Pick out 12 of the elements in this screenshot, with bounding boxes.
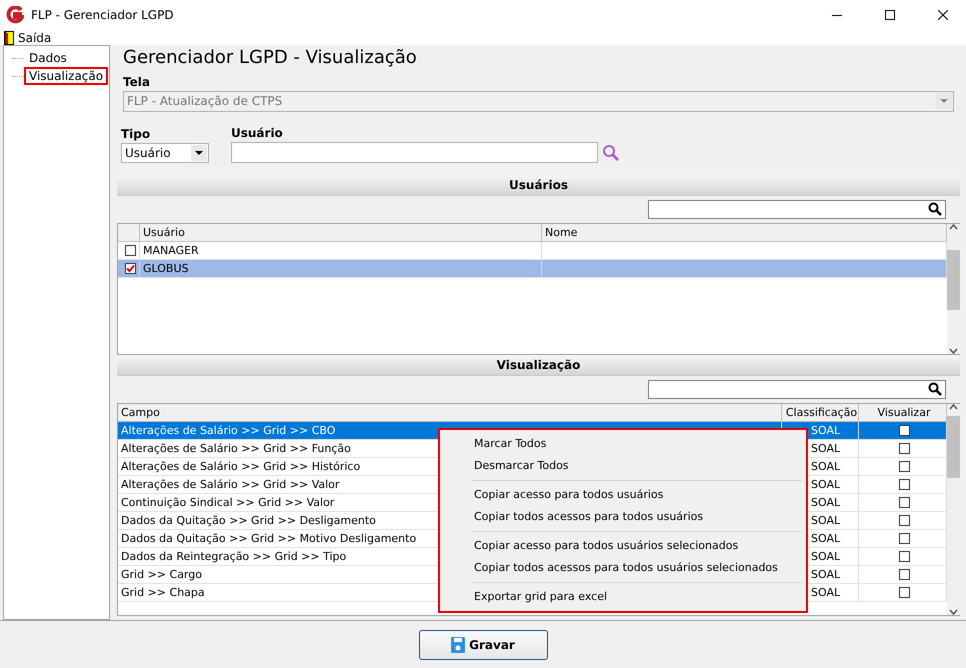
column-header: Classificação — [782, 404, 859, 421]
field-label: Tipo — [121, 126, 152, 141]
section-header: Usuários — [117, 174, 960, 196]
field-label: Usuário — [231, 126, 284, 140]
column-header: Campo — [118, 404, 782, 421]
page-heading: Gerenciador LGPD - Visualização — [122, 46, 418, 70]
window-title: FLP - Gerenciador LGPD — [31, 8, 175, 22]
column-header: Usuário — [140, 224, 542, 241]
section-header: Visualização — [117, 355, 960, 376]
field-label: Tela — [123, 74, 151, 89]
table-cell: GLOBUS — [140, 260, 542, 277]
table-cell: MANAGER — [140, 242, 542, 259]
